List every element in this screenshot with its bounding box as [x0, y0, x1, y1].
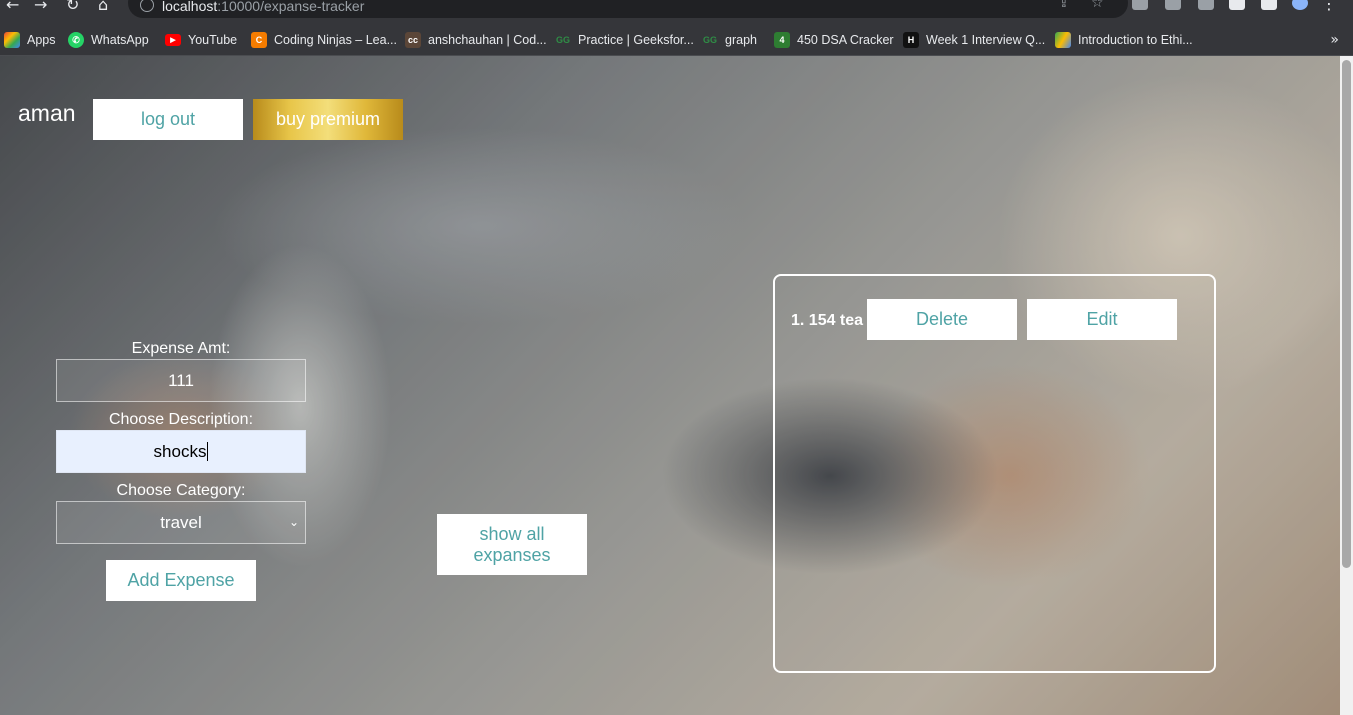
edit-expense-button[interactable]: Edit	[1027, 299, 1177, 340]
whatsapp-icon: ✆	[68, 32, 84, 48]
description-label: Choose Description:	[108, 411, 254, 428]
page-scrollbar[interactable]	[1340, 56, 1353, 715]
scrollbar-thumb[interactable]	[1342, 60, 1351, 568]
apps-grid-icon	[4, 32, 20, 48]
react-devtools-icon[interactable]	[1198, 0, 1214, 10]
extension-icon[interactable]	[1165, 0, 1181, 10]
buy-premium-button[interactable]: buy premium	[253, 99, 403, 140]
back-icon[interactable]: ←	[6, 0, 19, 13]
bookmark-star-icon[interactable]: ☆	[1091, 0, 1104, 10]
amount-label: Expense Amt:	[131, 340, 231, 357]
bookmark-gfg-practice[interactable]: GG Practice | Geeksfor...	[555, 30, 694, 50]
geeksforgeeks-icon: GG	[555, 35, 570, 45]
geeksforgeeks-icon: GG	[702, 35, 717, 45]
chevron-down-icon: ⌄	[288, 515, 299, 529]
share-icon[interactable]: ⇪	[1058, 0, 1070, 10]
bookmark-whatsapp[interactable]: ✆ WhatsApp	[68, 30, 149, 50]
codechef-icon: cc	[405, 32, 421, 48]
hackerrank-icon: H	[903, 32, 919, 48]
bookmark-introduction-ethics[interactable]: Introduction to Ethi...	[1055, 30, 1193, 50]
bookmark-youtube[interactable]: ▶ YouTube	[165, 30, 237, 50]
address-bar[interactable]: localhost:10000/expanse-tracker ⇪ ☆	[128, 0, 1128, 18]
expense-list-panel: 1. 154 tea Delete Edit	[773, 274, 1216, 673]
category-label: Choose Category:	[116, 482, 246, 499]
browser-menu-icon[interactable]: ⋮	[1321, 0, 1337, 12]
text-cursor	[207, 442, 209, 461]
adblock-extension-icon[interactable]	[1132, 0, 1148, 10]
google-drive-icon	[1055, 32, 1071, 48]
more-bookmarks-icon[interactable]: »	[1330, 32, 1339, 48]
url-text: localhost:10000/expanse-tracker	[162, 0, 365, 14]
puzzle-extensions-icon[interactable]	[1229, 0, 1245, 10]
profile-avatar[interactable]	[1292, 0, 1308, 10]
amount-input[interactable]: 111	[56, 359, 306, 402]
bookmark-apps[interactable]: Apps	[4, 30, 56, 50]
side-panel-icon[interactable]	[1261, 0, 1277, 10]
bookmark-interview-questions[interactable]: H Week 1 Interview Q...	[903, 30, 1045, 50]
dsa-cracker-icon: 4	[774, 32, 790, 48]
description-value: shocks	[153, 441, 207, 461]
expense-item-text: 1. 154 tea	[791, 312, 864, 329]
home-icon[interactable]: ⌂	[98, 0, 108, 13]
expense-tracker-page: aman log out buy premium Expense Amt: 11…	[0, 56, 1340, 715]
reload-icon[interactable]: ↻	[66, 0, 79, 13]
bookmark-graph[interactable]: GG graph	[702, 30, 757, 50]
delete-expense-button[interactable]: Delete	[867, 299, 1017, 340]
category-value: travel	[160, 512, 202, 532]
browser-toolbar: ← → ↻ ⌂ localhost:10000/expanse-tracker …	[0, 0, 1353, 24]
bookmark-dsa-cracker[interactable]: 4 450 DSA Cracker	[774, 30, 894, 50]
bookmark-coding-ninjas[interactable]: C Coding Ninjas – Lea...	[251, 30, 397, 50]
category-select[interactable]: travel ⌄	[56, 501, 306, 544]
youtube-icon: ▶	[165, 34, 181, 46]
bookmarks-bar: Apps ✆ WhatsApp ▶ YouTube C Coding Ninja…	[0, 24, 1353, 56]
site-info-icon[interactable]	[140, 0, 154, 12]
description-input[interactable]: shocks	[56, 430, 306, 473]
forward-icon[interactable]: →	[34, 0, 47, 13]
username: aman	[18, 100, 76, 126]
coding-ninjas-icon: C	[251, 32, 267, 48]
bookmark-codechef[interactable]: cc anshchauhan | Cod...	[405, 30, 547, 50]
show-all-expenses-button[interactable]: show all expanses	[437, 514, 587, 575]
add-expense-button[interactable]: Add Expense	[106, 560, 256, 601]
logout-button[interactable]: log out	[93, 99, 243, 140]
